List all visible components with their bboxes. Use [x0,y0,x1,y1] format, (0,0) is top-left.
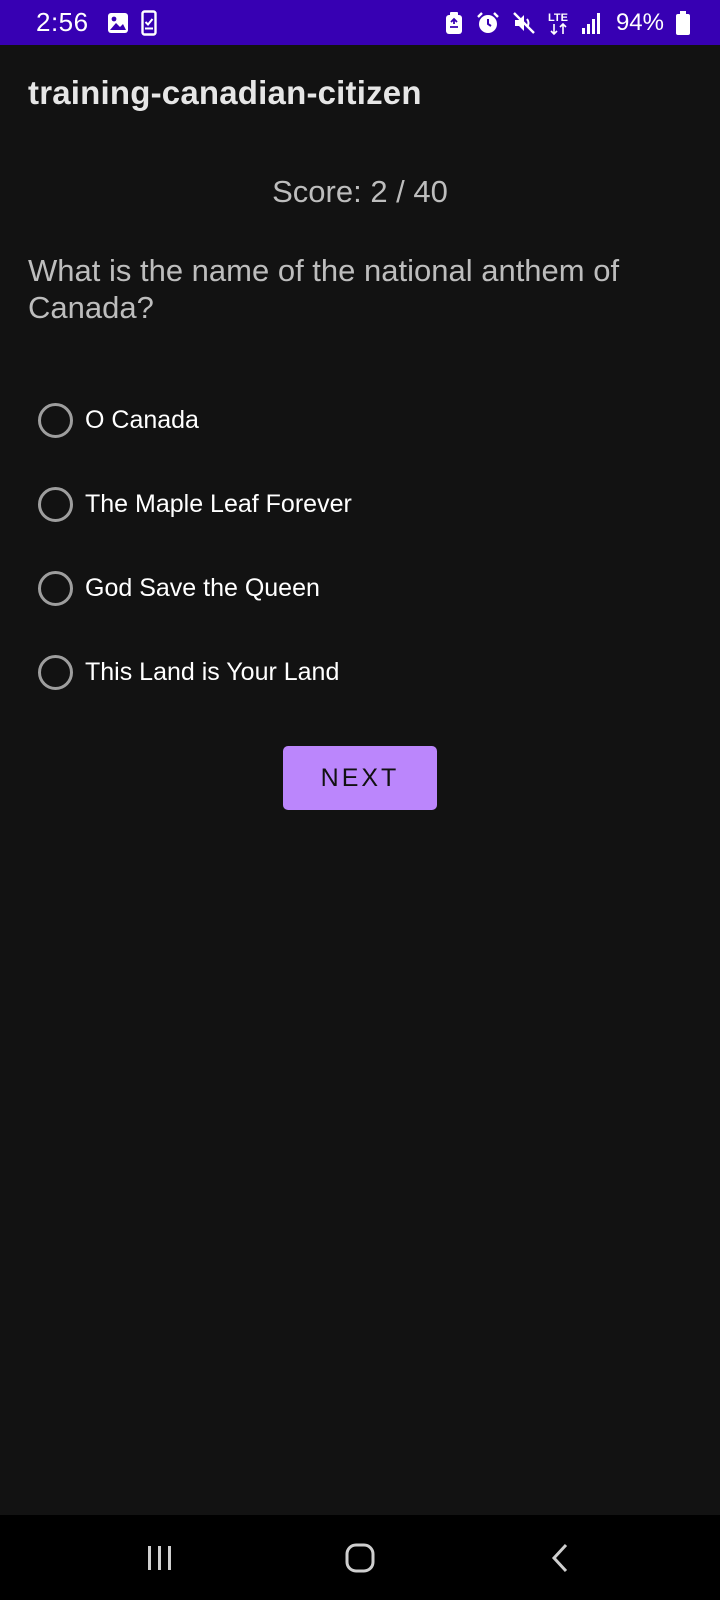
option-god-save-the-queen[interactable]: God Save the Queen [36,546,676,630]
question-text: What is the name of the national anthem … [28,253,620,325]
lte-text: LTE [548,12,568,24]
navigation-bar [0,1515,720,1600]
recent-apps-icon[interactable] [115,1528,205,1588]
answer-options: O Canada The Maple Leaf Forever God Save… [36,378,676,714]
lte-icon: LTE [548,10,570,36]
option-label: The Maple Leaf Forever [85,489,352,518]
recycle-icon [444,11,464,35]
status-right: LTE 94% [444,9,690,37]
option-label: This Land is Your Land [85,657,340,686]
status-bar: 2:56 LTE 94% [0,0,720,45]
option-label: O Canada [85,405,199,434]
mute-icon [512,11,536,35]
battery-percent: 94% [615,8,664,36]
back-icon[interactable] [515,1528,605,1588]
radio-button[interactable] [38,402,73,438]
radio-button[interactable] [38,486,73,522]
radio-button[interactable] [38,570,73,606]
score-label: Score: 2 / 40 [272,174,448,209]
alarm-icon [476,11,500,35]
phone-checklist-icon [140,9,157,36]
option-label: God Save the Queen [85,573,320,602]
battery-icon [676,10,690,35]
gallery-icon [107,12,129,34]
home-icon[interactable] [315,1528,405,1588]
option-o-canada[interactable]: O Canada [36,378,676,462]
status-left: 2:56 [36,7,157,38]
option-this-land-is-your-land[interactable]: This Land is Your Land [36,630,676,714]
status-time: 2:56 [36,7,89,37]
signal-icon [581,12,602,34]
app-title: training-canadian-citizen [28,74,422,111]
radio-button[interactable] [38,654,73,690]
option-maple-leaf-forever[interactable]: The Maple Leaf Forever [36,462,676,546]
next-button[interactable]: NEXT [283,746,437,810]
